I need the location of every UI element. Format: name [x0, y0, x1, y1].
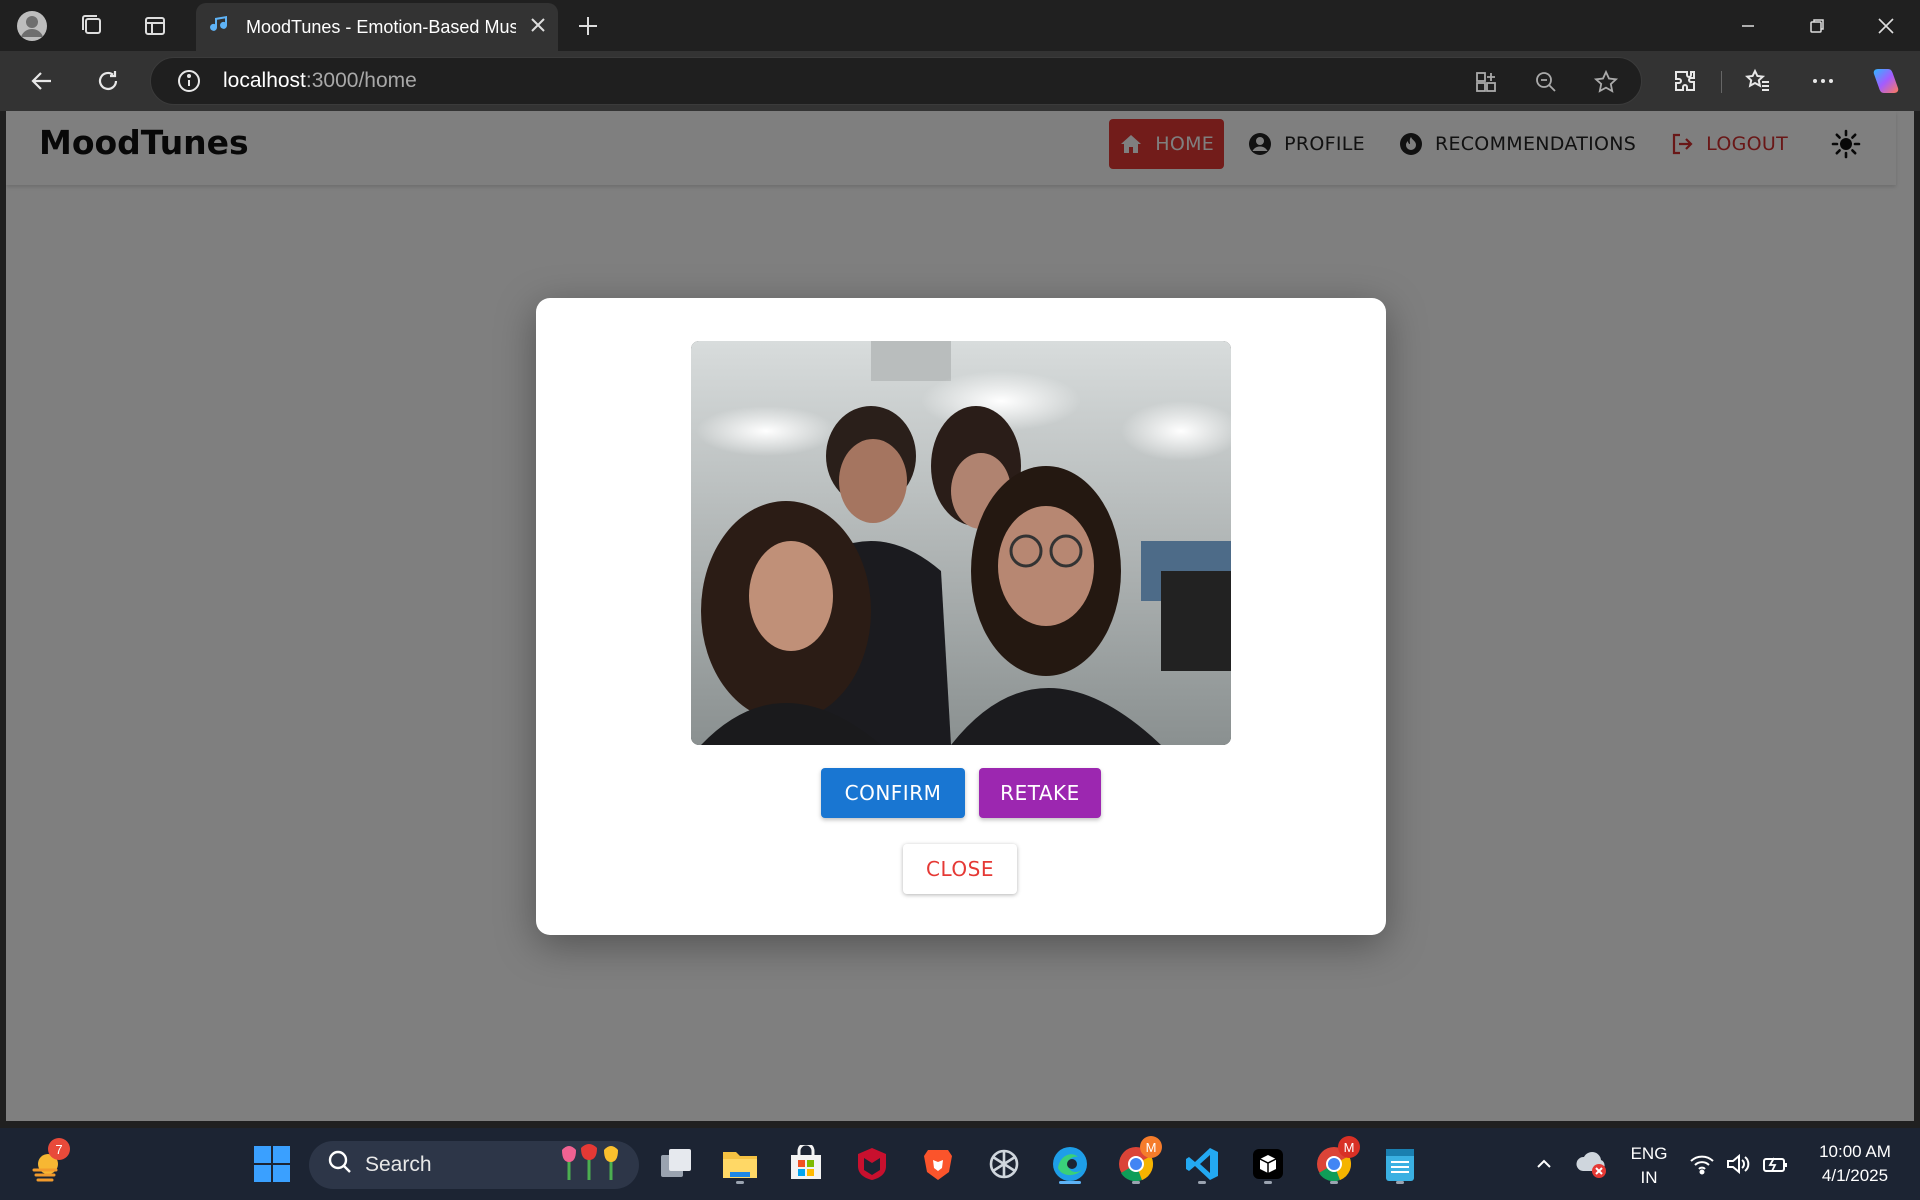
music-note-icon	[208, 13, 232, 41]
file-explorer-icon[interactable]	[716, 1140, 764, 1188]
clock-date: 4/1/2025	[1821, 1166, 1889, 1185]
capture-preview-dialog: CONFIRM RETAKE CLOSE	[536, 298, 1386, 935]
windows-taskbar: 7 Search M M ENG IN 10:00 AM 4/1/2025	[0, 1128, 1920, 1200]
browser-tab-active[interactable]: MoodTunes - Emotion-Based Music	[196, 3, 558, 51]
running-indicator	[1132, 1181, 1140, 1184]
microsoft-store-icon[interactable]	[782, 1140, 830, 1188]
tab-actions-icon[interactable]	[137, 8, 173, 44]
profile-avatar-icon[interactable]	[14, 8, 50, 44]
minimize-icon[interactable]	[1713, 0, 1783, 51]
chrome-badge: M	[1338, 1136, 1360, 1158]
widgets-badge: 7	[48, 1138, 70, 1160]
language-top: ENG	[1630, 1144, 1668, 1163]
running-indicator	[1264, 1181, 1272, 1184]
tab-close-icon[interactable]	[530, 17, 546, 37]
search-label: Search	[365, 1153, 432, 1176]
zoom-out-icon[interactable]	[1528, 64, 1564, 100]
restore-icon[interactable]	[1782, 0, 1852, 51]
onedrive-error-icon[interactable]	[1568, 1140, 1616, 1188]
edge-browser-icon[interactable]	[1046, 1140, 1094, 1188]
clock[interactable]: 10:00 AM 4/1/2025	[1800, 1140, 1910, 1188]
chrome-profile-icon[interactable]: M	[1112, 1136, 1162, 1188]
running-indicator	[1330, 1181, 1338, 1184]
url-host: localhost	[223, 69, 306, 92]
task-view-icon[interactable]	[652, 1140, 700, 1188]
running-indicator	[1198, 1181, 1206, 1184]
browser-toolbar: localhost:3000/home	[0, 51, 1920, 111]
tab-title: MoodTunes - Emotion-Based Music	[246, 16, 516, 37]
chrome-icon[interactable]: M	[1310, 1136, 1360, 1188]
more-options-icon[interactable]	[1805, 63, 1841, 99]
running-indicator	[736, 1181, 744, 1184]
taskbar-search[interactable]: Search	[309, 1141, 639, 1189]
reload-icon[interactable]	[90, 63, 126, 99]
close-window-icon[interactable]	[1851, 0, 1920, 51]
address-bar[interactable]: localhost:3000/home	[150, 57, 1642, 105]
wifi-icon[interactable]	[1682, 1140, 1722, 1188]
close-button[interactable]: CLOSE	[903, 844, 1017, 894]
brave-browser-icon[interactable]	[914, 1140, 962, 1188]
browser-titlebar: MoodTunes - Emotion-Based Music	[0, 0, 1920, 51]
vscode-icon[interactable]	[1178, 1140, 1226, 1188]
app-available-icon[interactable]	[1468, 64, 1504, 100]
back-icon[interactable]	[24, 63, 60, 99]
chrome-profile-badge: M	[1140, 1136, 1162, 1158]
extensions-icon[interactable]	[1667, 63, 1703, 99]
notepad-icon[interactable]	[1376, 1140, 1424, 1188]
captured-webcam-photo	[691, 341, 1231, 745]
confirm-button[interactable]: CONFIRM	[821, 768, 965, 818]
site-info-icon[interactable]	[171, 63, 207, 99]
active-app-indicator	[1059, 1181, 1081, 1184]
url-text: localhost:3000/home	[223, 69, 417, 93]
weather-widget-icon[interactable]: 7	[22, 1138, 70, 1188]
retake-button[interactable]: RETAKE	[979, 768, 1101, 818]
workspaces-icon[interactable]	[75, 8, 111, 44]
start-windows-icon[interactable]	[248, 1140, 296, 1188]
tulips-icon	[559, 1142, 629, 1188]
search-icon	[327, 1149, 353, 1181]
favorite-star-icon[interactable]	[1588, 64, 1624, 100]
show-hidden-icons-chevron-up-icon[interactable]	[1520, 1140, 1568, 1188]
url-path: :3000/home	[305, 69, 417, 92]
running-indicator	[1396, 1181, 1404, 1184]
language-bottom: IN	[1640, 1168, 1658, 1187]
package-app-icon[interactable]	[1244, 1140, 1292, 1188]
new-tab-icon[interactable]	[570, 8, 606, 44]
clock-time: 10:00 AM	[1819, 1142, 1891, 1161]
web-page: MoodTunes HOME PROFILE RECOMMENDATIONS	[6, 111, 1914, 1121]
volume-icon[interactable]	[1718, 1140, 1758, 1188]
toolbar-divider	[1721, 71, 1722, 93]
mcafee-icon[interactable]	[848, 1140, 896, 1188]
dialog-actions: CONFIRM RETAKE	[536, 768, 1386, 818]
copilot-icon[interactable]	[1868, 63, 1904, 99]
battery-charging-icon[interactable]	[1756, 1140, 1796, 1188]
language-indicator[interactable]: ENG IN	[1620, 1142, 1678, 1190]
chatgpt-icon[interactable]	[980, 1140, 1028, 1188]
favorites-icon[interactable]	[1740, 63, 1776, 99]
